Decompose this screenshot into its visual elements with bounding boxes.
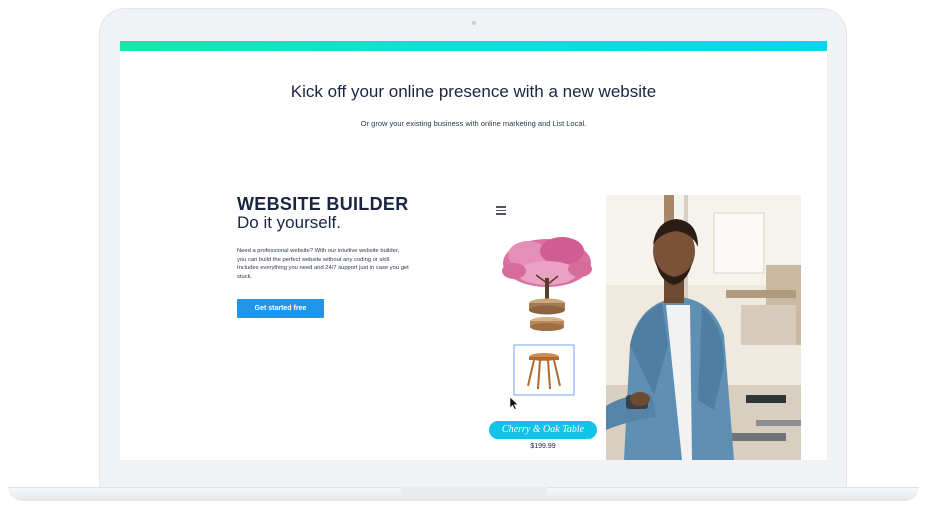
webcam-icon [472, 21, 476, 25]
builder-title: WEBSITE BUILDER [237, 194, 409, 214]
page-headline: Kick off your online presence with a new… [290, 82, 657, 101]
laptop-screen: Kick off your online presence with a new… [120, 41, 827, 460]
cherry-blossom-tree-icon [502, 237, 592, 300]
woodworker-photo [606, 195, 801, 460]
top-accent-bar [120, 41, 827, 51]
get-started-button[interactable]: Get started free [237, 299, 324, 318]
builder-subtitle: Do it yourself. [237, 213, 341, 232]
wood-slice-icon [529, 298, 565, 331]
builder-description: Need a professional website? With our in… [237, 248, 409, 280]
selection-box [513, 344, 575, 396]
laptop-notch [400, 487, 548, 496]
hamburger-menu-icon[interactable] [496, 206, 506, 215]
page-subheadline: Or grow your existing business with onli… [360, 119, 587, 128]
side-table-icon [527, 353, 561, 390]
product-name-label: Cherry & Oak Table [489, 421, 597, 439]
product-price: $199.99 [530, 443, 556, 450]
arrow-cursor-icon [509, 396, 519, 410]
